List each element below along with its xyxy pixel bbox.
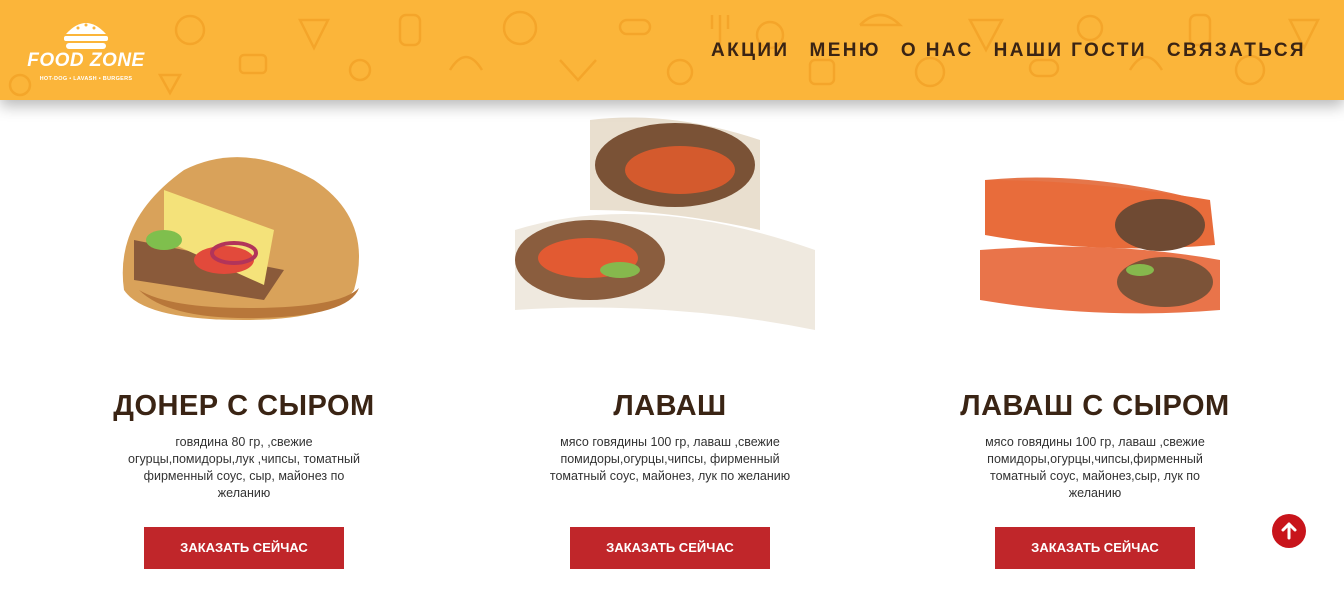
product-card: ЛАВАШ мясо говядины 100 гр, лаваш ,свежи…: [470, 110, 870, 569]
nav-link-promotions[interactable]: АКЦИИ: [711, 40, 790, 62]
product-title: ЛАВАШ С СЫРОМ: [960, 390, 1230, 422]
product-description: мясо говядины 100 гр, лаваш ,свежие поми…: [549, 435, 791, 483]
arrow-up-icon: [1281, 522, 1297, 540]
main-nav: АКЦИИ МЕНЮ О НАС НАШИ ГОСТИ СВЯЗАТЬСЯ: [691, 40, 1306, 62]
order-now-button[interactable]: ЗАКАЗАТЬ СЕЙЧАС: [144, 527, 344, 569]
product-card: ДОНЕР С СЫРОМ говядина 80 гр, ,свежие ог…: [44, 110, 444, 569]
product-title: ЛАВАШ: [613, 390, 727, 422]
burger-logo-icon: [64, 23, 108, 49]
logo-tagline: HOT-DOG • LAVASH • BURGERS: [39, 76, 133, 82]
order-now-button[interactable]: ЗАКАЗАТЬ СЕЙЧАС: [995, 527, 1195, 569]
product-description: мясо говядины 100 гр, лаваш ,свежие поми…: [985, 435, 1205, 500]
scroll-to-top-button[interactable]: [1272, 514, 1306, 548]
nav-link-guests[interactable]: НАШИ ГОСТИ: [994, 40, 1147, 62]
lavash-photo: [515, 117, 815, 330]
doner-with-cheese-photo: [122, 157, 359, 320]
logo-brand-name: FOOD ZONE: [27, 50, 145, 71]
product-title: ДОНЕР С СЫРОМ: [113, 390, 375, 422]
lavash-with-cheese-photo: [980, 177, 1220, 314]
product-image: [470, 110, 870, 370]
nav-link-about[interactable]: О НАС: [901, 40, 974, 62]
order-now-button[interactable]: ЗАКАЗАТЬ СЕЙЧАС: [570, 527, 770, 569]
nav-link-contact[interactable]: СВЯЗАТЬСЯ: [1167, 40, 1306, 62]
site-header: FOOD ZONE HOT-DOG • LAVASH • BURGERS АКЦ…: [0, 0, 1344, 100]
product-image: [895, 110, 1295, 370]
nav-link-menu[interactable]: МЕНЮ: [809, 40, 880, 62]
product-card: ЛАВАШ С СЫРОМ мясо говядины 100 гр, лава…: [895, 110, 1295, 569]
product-description: говядина 80 гр, ,свежие огурцы,помидоры,…: [128, 435, 360, 500]
product-image: [44, 110, 444, 370]
site-logo[interactable]: FOOD ZONE HOT-DOG • LAVASH • BURGERS: [24, 14, 148, 90]
